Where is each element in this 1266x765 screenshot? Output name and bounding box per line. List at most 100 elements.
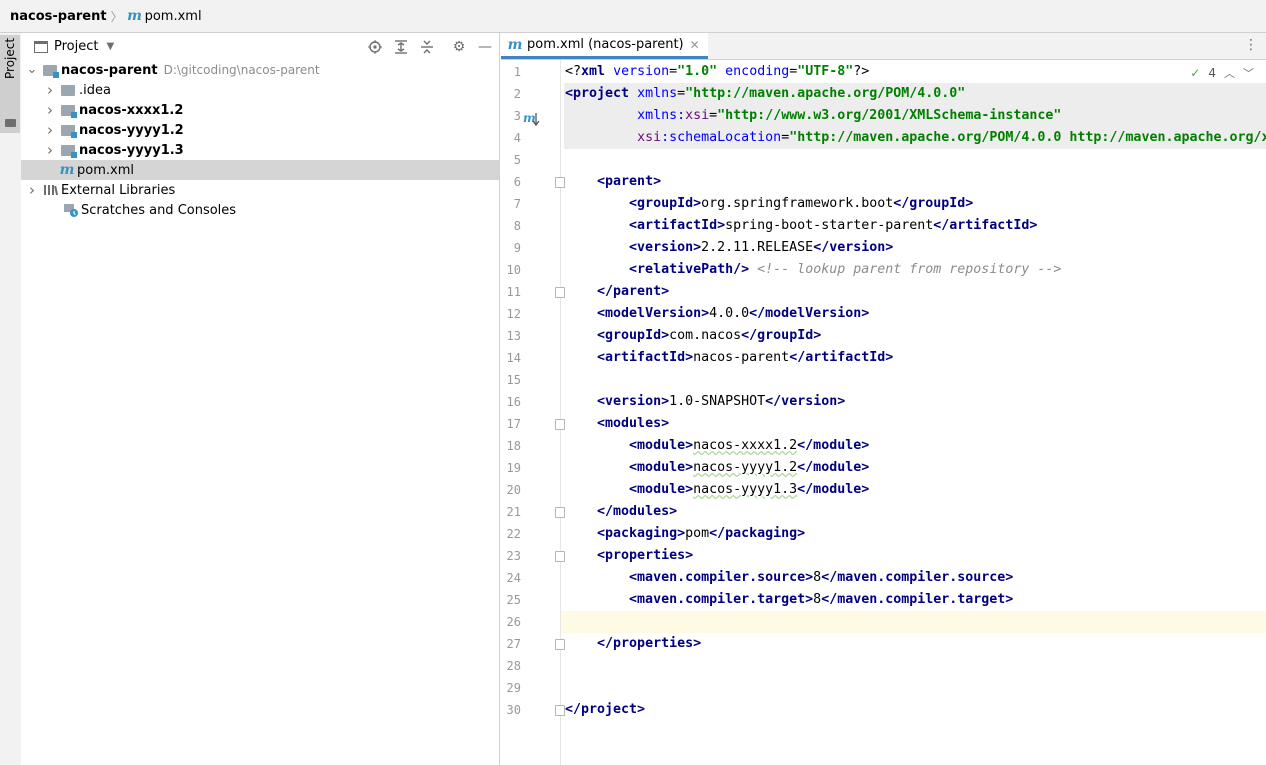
chevron-down-icon[interactable]: ﹀ [1243, 65, 1254, 81]
code-token: encoding [725, 64, 790, 79]
code-line: <relativePath/> <!-- lookup parent from … [565, 259, 1061, 281]
more-options-icon[interactable]: ⋮ [1244, 37, 1258, 53]
tree-item-label: Scratches and Consoles [81, 202, 237, 218]
project-tool-window-tab[interactable]: Project [0, 35, 20, 133]
line-number: 25 [506, 593, 521, 607]
code-line: <?xml version="1.0" encoding="UTF-8"?> [565, 61, 869, 83]
line-number: 26 [506, 615, 521, 629]
line-number: 1 [513, 65, 521, 79]
code-token: <properties> [597, 548, 694, 563]
chevron-right-icon[interactable]: › [43, 81, 57, 99]
line-number: 29 [506, 681, 521, 695]
code-token: spring-boot-starter-parent [725, 218, 934, 233]
navigation-bar: nacos-parent 〉 m pom.xml [0, 0, 1266, 33]
maven-override-icon[interactable]: m [523, 111, 541, 127]
module-folder-icon [43, 64, 59, 78]
line-number: 17 [506, 417, 521, 431]
code-token: <project [565, 86, 630, 101]
tree-item[interactable]: › nacos-yyyy1.3 [21, 140, 499, 160]
tree-item[interactable]: m pom.xml [21, 160, 499, 180]
expand-all-icon[interactable] [393, 39, 409, 55]
code-token: 2.2.11.RELEASE [701, 240, 814, 255]
check-icon: ✓ [1190, 66, 1201, 80]
tree-item[interactable]: Scratches and Consoles [21, 200, 499, 220]
gear-icon[interactable]: ⚙ [451, 39, 467, 55]
tab-pom-xml[interactable]: m pom.xml (nacos-parent) ✕ [501, 33, 708, 59]
code-line: <parent> [565, 171, 661, 193]
code-token: nacos-parent [693, 350, 790, 365]
code-line: <artifactId>nacos-parent</artifactId> [565, 347, 893, 369]
code-token: 1.0-SNAPSHOT [669, 394, 766, 409]
code-token: <groupId> [597, 328, 670, 343]
line-number: 13 [506, 329, 521, 343]
project-window-icon [34, 40, 48, 53]
code-area[interactable]: <?xml version="1.0" encoding="UTF-8"?> <p… [560, 60, 1266, 765]
line-number: 19 [506, 461, 521, 475]
line-number: 2 [513, 87, 521, 101]
code-token: xml [581, 64, 606, 79]
breadcrumb-project[interactable]: nacos-parent [10, 9, 107, 24]
code-token: <module> [629, 438, 694, 453]
code-token: 4.0.0 [709, 306, 750, 321]
tree-item[interactable]: › nacos-xxxx1.2 [21, 100, 499, 120]
chevron-right-icon[interactable]: › [43, 101, 57, 119]
code-line: xsi:schemaLocation="http://maven.apache.… [565, 127, 1266, 149]
chevron-down-icon[interactable]: ▼ [106, 41, 114, 52]
close-icon[interactable]: ✕ [690, 38, 700, 52]
tab-label: pom.xml (nacos-parent) [527, 37, 684, 52]
code-token: <version> [629, 240, 702, 255]
code-token: "http://www.w3.org/2001/XMLSchema-instan… [717, 108, 1062, 123]
collapse-all-icon[interactable] [419, 39, 435, 55]
code-token: <relativePath/> [629, 262, 750, 277]
tree-item[interactable]: ⌄ nacos-parent D:\gitcoding\nacos-parent [21, 60, 499, 80]
code-token: :schemaLocation [661, 130, 782, 145]
code-token: </maven.compiler.target> [821, 592, 1014, 607]
tree-item[interactable]: › nacos-yyyy1.2 [21, 120, 499, 140]
code-line: <project xmlns="http://maven.apache.org/… [565, 83, 965, 105]
code-token: xsi [685, 108, 710, 123]
code-token: </properties> [597, 636, 702, 651]
code-token: <modelVersion> [597, 306, 710, 321]
chevron-right-icon[interactable]: › [43, 141, 57, 159]
code-token: </artifactId> [789, 350, 894, 365]
code-line: <version>1.0-SNAPSHOT</version> [565, 391, 845, 413]
code-token: </version> [765, 394, 846, 409]
code-token: <maven.compiler.target> [629, 592, 814, 607]
project-view-selector[interactable]: Project [54, 39, 98, 54]
inspection-widget[interactable]: ✓ 4 ︿ ﹀ [1190, 65, 1254, 81]
code-line: <modules> [565, 413, 669, 435]
chevron-right-icon[interactable]: › [25, 181, 39, 199]
folder-icon [61, 84, 75, 96]
tree-item-label: pom.xml [77, 162, 134, 178]
line-number: 8 [513, 219, 521, 233]
chevron-up-icon[interactable]: ︿ [1224, 65, 1235, 81]
code-token: </groupId> [893, 196, 974, 211]
code-token: 8 [813, 570, 822, 585]
line-number: 4 [513, 131, 521, 145]
project-tree: ⌄ nacos-parent D:\gitcoding\nacos-parent ›.… [21, 60, 499, 220]
tree-item[interactable]: › External Libraries [21, 180, 499, 200]
chevron-down-icon[interactable]: ⌄ [25, 63, 39, 76]
maven-icon: m [59, 162, 75, 178]
breadcrumb-file[interactable]: pom.xml [145, 9, 202, 24]
tree-item[interactable]: › .idea [21, 80, 499, 100]
code-line: </project> [565, 699, 645, 721]
locate-file-icon[interactable] [367, 39, 383, 55]
code-token: xmlns: [637, 108, 686, 123]
code-token: <groupId> [629, 196, 702, 211]
code-token: "http://maven.apache.org/POM/4.0.0 http:… [789, 130, 1266, 145]
code-token: </module> [797, 438, 870, 453]
line-number: 22 [506, 527, 521, 541]
chevron-right-icon[interactable]: › [43, 121, 57, 139]
code-line: <module>nacos-xxxx1.2</module> [565, 435, 869, 457]
hide-panel-icon[interactable]: — [477, 39, 493, 55]
